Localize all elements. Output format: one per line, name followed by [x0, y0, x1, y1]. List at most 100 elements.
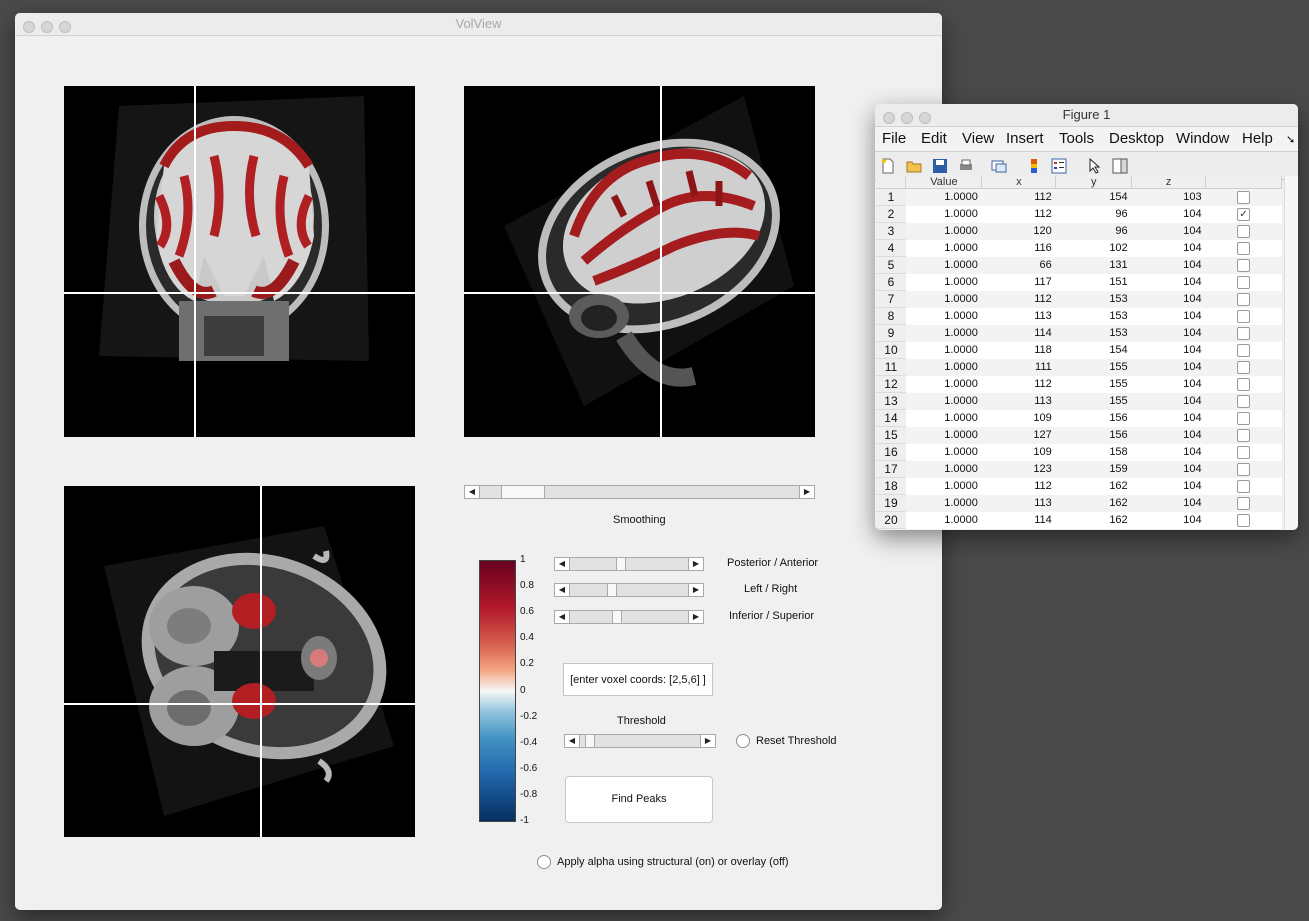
table-row[interactable]: 16 1.0000 109 158 104 — [876, 443, 1282, 461]
cell-x[interactable]: 114 — [981, 324, 1056, 342]
cell-x[interactable]: 112 — [981, 375, 1056, 393]
cell-y[interactable]: 131 — [1055, 256, 1132, 274]
minimize-window-button[interactable] — [41, 21, 53, 33]
cell-z[interactable]: 104 — [1131, 324, 1206, 342]
find-peaks-button[interactable]: Find Peaks — [565, 776, 713, 823]
cell-select[interactable] — [1205, 460, 1282, 478]
cell-value[interactable]: 1.0000 — [905, 341, 982, 359]
cell-select[interactable] — [1205, 222, 1282, 240]
select-checkbox[interactable] — [1237, 275, 1251, 289]
menu-edit[interactable]: Edit — [921, 130, 947, 147]
legend-icon[interactable] — [1051, 158, 1067, 174]
posterior-anterior-slider[interactable]: ◀ ▶ — [554, 557, 704, 571]
cell-z[interactable]: 104 — [1131, 239, 1206, 257]
cell-value[interactable]: 1.0000 — [905, 409, 982, 427]
cell-x[interactable]: 118 — [981, 341, 1056, 359]
cell-x[interactable]: 113 — [981, 307, 1056, 325]
table-row[interactable]: 15 1.0000 127 156 104 — [876, 426, 1282, 444]
cell-x[interactable]: 127 — [981, 426, 1056, 444]
cell-select[interactable] — [1205, 477, 1282, 495]
cell-z[interactable]: 104 — [1131, 307, 1206, 325]
zoom-window-button[interactable] — [919, 112, 931, 124]
cell-value[interactable]: 1.0000 — [905, 511, 982, 529]
cell-value[interactable]: 1.0000 — [905, 358, 982, 376]
slider-left-arrow[interactable]: ◀ — [555, 558, 570, 570]
cell-z[interactable]: 104 — [1131, 375, 1206, 393]
cell-y[interactable]: 153 — [1055, 290, 1132, 308]
cell-value[interactable]: 1.0000 — [905, 324, 982, 342]
inferior-superior-slider[interactable]: ◀ ▶ — [554, 610, 704, 624]
table-row[interactable]: 12 1.0000 112 155 104 — [876, 375, 1282, 393]
cell-z[interactable]: 104 — [1131, 409, 1206, 427]
cell-x[interactable]: 116 — [981, 239, 1056, 257]
close-window-button[interactable] — [883, 112, 895, 124]
cell-value[interactable]: 1.0000 — [905, 205, 982, 223]
cell-z[interactable]: 104 — [1131, 222, 1206, 240]
colorbar-icon[interactable] — [1026, 158, 1042, 174]
axial-view[interactable] — [64, 486, 415, 837]
cell-value[interactable]: 1.0000 — [905, 443, 982, 461]
cell-select[interactable] — [1205, 307, 1282, 325]
cell-y[interactable]: 151 — [1055, 273, 1132, 291]
cell-z[interactable]: 104 — [1131, 477, 1206, 495]
table-row[interactable]: 19 1.0000 113 162 104 — [876, 494, 1282, 512]
slider-right-arrow[interactable]: ▶ — [799, 486, 814, 498]
cell-select[interactable] — [1205, 324, 1282, 342]
cell-z[interactable]: 103 — [1131, 188, 1206, 206]
cell-value[interactable]: 1.0000 — [905, 392, 982, 410]
cell-value[interactable]: 1.0000 — [905, 222, 982, 240]
table-row[interactable]: 3 1.0000 120 96 104 — [876, 222, 1282, 240]
cell-y[interactable]: 155 — [1055, 375, 1132, 393]
table-row[interactable]: 5 1.0000 66 131 104 — [876, 256, 1282, 274]
table-row[interactable]: 4 1.0000 116 102 104 — [876, 239, 1282, 257]
cell-y[interactable]: 156 — [1055, 409, 1132, 427]
cell-value[interactable]: 1.0000 — [905, 239, 982, 257]
cell-select[interactable] — [1205, 239, 1282, 257]
select-checkbox[interactable] — [1237, 190, 1251, 204]
table-row[interactable]: 17 1.0000 123 159 104 — [876, 460, 1282, 478]
cell-y[interactable]: 155 — [1055, 392, 1132, 410]
slider-thumb[interactable] — [607, 584, 618, 596]
table-row[interactable]: 18 1.0000 112 162 104 — [876, 477, 1282, 495]
reset-threshold-radio[interactable] — [736, 734, 750, 748]
cell-select[interactable] — [1205, 290, 1282, 308]
cell-z[interactable]: 104 — [1131, 494, 1206, 512]
dock-arrow-icon[interactable]: ➘ — [1286, 133, 1295, 146]
pointer-icon[interactable] — [1087, 158, 1103, 174]
select-checkbox[interactable] — [1237, 462, 1251, 476]
print-icon[interactable] — [958, 158, 974, 174]
sagittal-view[interactable] — [464, 86, 815, 437]
cell-value[interactable]: 1.0000 — [905, 256, 982, 274]
cell-select[interactable] — [1205, 375, 1282, 393]
cell-y[interactable]: 154 — [1055, 341, 1132, 359]
slider-right-arrow[interactable]: ▶ — [700, 735, 715, 747]
table-row[interactable]: 9 1.0000 114 153 104 — [876, 324, 1282, 342]
slider-left-arrow[interactable]: ◀ — [555, 584, 570, 596]
cell-select[interactable] — [1205, 256, 1282, 274]
select-checkbox[interactable]: ✓ — [1237, 207, 1251, 221]
cell-x[interactable]: 109 — [981, 443, 1056, 461]
cell-select[interactable]: ✓ — [1205, 205, 1282, 223]
slider-right-arrow[interactable]: ▶ — [688, 584, 703, 596]
cell-x[interactable]: 109 — [981, 409, 1056, 427]
cell-z[interactable]: 104 — [1131, 358, 1206, 376]
table-vertical-scrollbar[interactable] — [1284, 176, 1298, 530]
table-row[interactable]: 1 1.0000 112 154 103 — [876, 188, 1282, 206]
table-row[interactable]: 13 1.0000 113 155 104 — [876, 392, 1282, 410]
table-row[interactable]: 6 1.0000 117 151 104 — [876, 273, 1282, 291]
voxel-coords-input[interactable] — [563, 663, 713, 696]
cell-y[interactable]: 159 — [1055, 460, 1132, 478]
cell-value[interactable]: 1.0000 — [905, 188, 982, 206]
table-row[interactable]: 2 1.0000 112 96 104 ✓ — [876, 205, 1282, 223]
cell-y[interactable]: 96 — [1055, 205, 1132, 223]
cell-x[interactable]: 112 — [981, 188, 1056, 206]
column-header-x[interactable]: x — [981, 176, 1057, 189]
slider-thumb[interactable] — [584, 735, 595, 747]
minimize-window-button[interactable] — [901, 112, 913, 124]
select-checkbox[interactable] — [1237, 445, 1251, 459]
select-checkbox[interactable] — [1237, 224, 1251, 238]
select-checkbox[interactable] — [1237, 292, 1251, 306]
slider-thumb[interactable] — [611, 611, 622, 623]
cell-z[interactable]: 104 — [1131, 426, 1206, 444]
column-header-y[interactable]: y — [1055, 176, 1133, 189]
